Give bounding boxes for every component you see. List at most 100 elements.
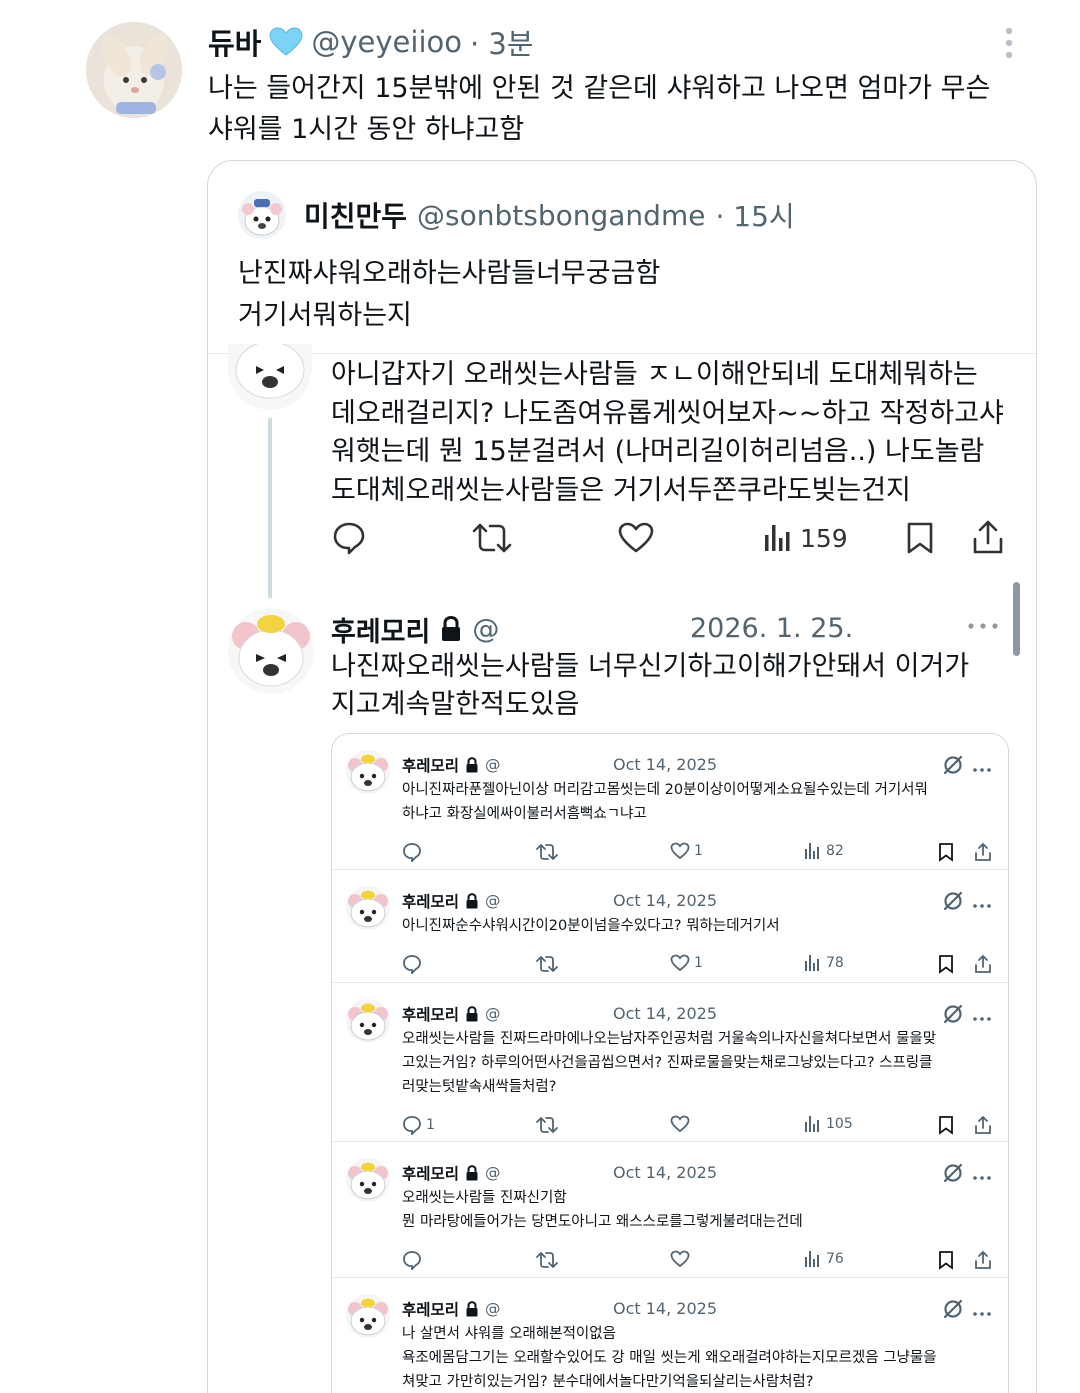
thread-tweet-text: 아니갑자기 오래씻는사람들 ㅈㄴ이해안되네 도대체뭐하는 데오래걸리지? 나도좀… [331, 356, 1031, 510]
like-button[interactable] [670, 1250, 694, 1268]
display-name[interactable]: 후레모리 [402, 754, 459, 776]
timestamp[interactable]: Oct 14, 2025 [613, 888, 717, 914]
bookmark-icon[interactable] [906, 520, 936, 556]
display-name[interactable]: 후레모리 [402, 890, 459, 912]
handle[interactable]: @ [485, 756, 501, 774]
embedded-tweet-row[interactable]: 후레모리 @ Oct 14, 2025 나 살면서 샤워를 오래해본적이없음 욕조에몸담… [332, 1278, 1008, 1393]
retweet-icon[interactable] [536, 842, 558, 866]
quoted-text-line: 거기서뭐하는지 [238, 300, 412, 331]
views-button[interactable]: 82 [804, 842, 844, 860]
grok-icon[interactable] [942, 754, 964, 776]
blue-heart-icon [269, 27, 303, 57]
more-icon[interactable] [972, 1009, 992, 1021]
handle[interactable]: @yeyeiioo [311, 25, 462, 59]
reply-icon [403, 843, 421, 862]
like-button[interactable] [670, 1115, 694, 1133]
like-icon[interactable] [618, 520, 658, 556]
retweet-icon[interactable] [536, 1115, 558, 1139]
lock-icon [465, 757, 479, 773]
grok-icon[interactable] [942, 1298, 964, 1320]
display-name[interactable]: 후레모리 [402, 1162, 459, 1184]
bookmark-icon[interactable] [938, 954, 954, 978]
timestamp[interactable]: Oct 14, 2025 [613, 1001, 717, 1027]
timestamp[interactable]: · 15시 [715, 195, 794, 235]
display-name[interactable]: 듀바 [208, 21, 261, 63]
thread-tweet-text: 나진짜오래씻는사람들 너무신기하고이해가안돼서 이거가 지고계속말한적도있음 [331, 648, 1021, 724]
timestamp[interactable]: 2026. 1. 25. [690, 610, 853, 648]
like-button[interactable]: 1 [670, 954, 703, 972]
share-icon[interactable] [974, 1115, 992, 1139]
bookmark-icon[interactable] [938, 842, 954, 866]
avatar [346, 999, 390, 1043]
display-name[interactable]: 미친만두 [304, 195, 407, 235]
text-line: 워햇는데 뭔 15분걸려서 (나머리길이허리넘음..) 나도놀람 [331, 436, 985, 467]
share-icon[interactable] [974, 842, 992, 866]
reply-button[interactable] [402, 954, 426, 974]
retweet-icon[interactable] [536, 954, 558, 978]
views-button[interactable]: 78 [804, 954, 844, 972]
more-icon[interactable] [972, 1304, 992, 1316]
grok-icon[interactable] [942, 1162, 964, 1184]
timestamp[interactable]: Oct 14, 2025 [613, 1160, 717, 1186]
mini-text-line: 고있는거임? 하루의어떤사건을곱씹으면서? 진짜로물을맞는채로그냥있는다고? 스… [402, 1055, 933, 1071]
hamster-avatar-image [348, 1298, 388, 1336]
like-icon [670, 842, 690, 860]
display-name[interactable]: 후레모리 [402, 1003, 459, 1025]
reply-button[interactable] [402, 842, 426, 862]
handle[interactable]: @sonbtsbongandme [417, 199, 705, 232]
views-button[interactable]: 76 [804, 1250, 844, 1268]
timestamp[interactable]: Oct 14, 2025 [613, 752, 717, 778]
bookmark-icon[interactable] [938, 1115, 954, 1139]
retweet-icon[interactable] [472, 520, 512, 556]
grok-icon[interactable] [942, 1003, 964, 1025]
retweet-icon[interactable] [536, 1250, 558, 1274]
avatar[interactable] [86, 22, 182, 118]
timestamp[interactable]: Oct 14, 2025 [613, 1296, 717, 1322]
views-button[interactable]: 105 [804, 1115, 853, 1133]
more-icon[interactable] [972, 760, 992, 772]
mini-action-bar: 1 82 [402, 842, 1002, 864]
embedded-tweet-row[interactable]: 후레모리 @ Oct 14, 2025 아니진짜순수샤워시간이20분이넘을수있다고? … [332, 870, 1008, 983]
handle[interactable]: @ [485, 1164, 501, 1182]
mini-text-line: 오래씻는사람들 진짜신기함 [402, 1190, 567, 1206]
display-name[interactable]: 후레모리 [331, 610, 430, 649]
handle[interactable]: @ [485, 1300, 501, 1318]
mini-tweet-text: 나 살면서 샤워를 오래해본적이없음 욕조에몸담그기는 오래할수있어도 강 매일 … [402, 1322, 1002, 1393]
handle[interactable]: @ [485, 892, 501, 910]
timestamp[interactable]: · 3분 [470, 21, 534, 63]
vertical-dots-icon[interactable] [1002, 26, 1016, 60]
display-name[interactable]: 후레모리 [402, 1298, 459, 1320]
embedded-tweet-row[interactable]: 후레모리 @ Oct 14, 2025 오래씻는사람들 진짜드라마에나오는남자주인공처… [332, 983, 1008, 1142]
bookmark-icon[interactable] [938, 1250, 954, 1274]
share-icon[interactable] [972, 518, 1006, 556]
scrollbar[interactable] [1013, 582, 1020, 656]
views-count: 82 [826, 843, 844, 859]
grok-icon[interactable] [942, 890, 964, 912]
hamster-avatar-image [348, 754, 388, 792]
reply-icon[interactable] [332, 520, 368, 556]
views-button[interactable]: 159 [764, 520, 848, 556]
mini-text-line: 쳐맞고 가만히있는거임? 분수대에서놀다만기억을되살리는사람처럼? [402, 1374, 814, 1390]
more-icon[interactable] [972, 1168, 992, 1180]
like-icon [670, 1250, 690, 1268]
mini-action-bar: 1 105 [402, 1115, 1002, 1137]
more-icon[interactable] [972, 896, 992, 908]
share-icon[interactable] [974, 1250, 992, 1274]
reply-button[interactable]: 1 [402, 1115, 435, 1135]
quoted-tweet-card[interactable]: 미친만두 @sonbtsbongandme · 15시 난진짜샤워오래하는사람들… [207, 160, 1037, 1393]
share-icon[interactable] [974, 954, 992, 978]
thread-line [268, 418, 272, 598]
handle[interactable]: @ [485, 1005, 501, 1023]
more-icon[interactable] [966, 616, 1000, 636]
handle[interactable]: @ [472, 614, 499, 645]
embedded-tweet-row[interactable]: 후레모리 @ Oct 14, 2025 아니진짜라푼젤아닌이상 머리감고몸씻는데 20… [332, 734, 1008, 870]
like-button[interactable]: 1 [670, 842, 703, 860]
hamster-avatar-image [348, 1003, 388, 1041]
lock-icon [465, 1006, 479, 1022]
mini-tweet-text: 오래씻는사람들 진짜드라마에나오는남자주인공처럼 거울속의나자신을쳐다보면서 물… [402, 1027, 1002, 1099]
mini-text-line: 욕조에몸담그기는 오래할수있어도 강 매일 씻는게 왜오래걸려야하는지모르겠음 … [402, 1350, 937, 1366]
like-count: 1 [694, 955, 703, 971]
reply-button[interactable] [402, 1250, 426, 1270]
tweet-text: 나는 들어간지 15분밖에 안된 것 같은데 샤워하고 나오면 엄마가 무슨 샤… [208, 68, 1028, 150]
embedded-tweet-row[interactable]: 후레모리 @ Oct 14, 2025 오래씻는사람들 진짜신기함 뭔 마라탕에들어가는… [332, 1142, 1008, 1278]
